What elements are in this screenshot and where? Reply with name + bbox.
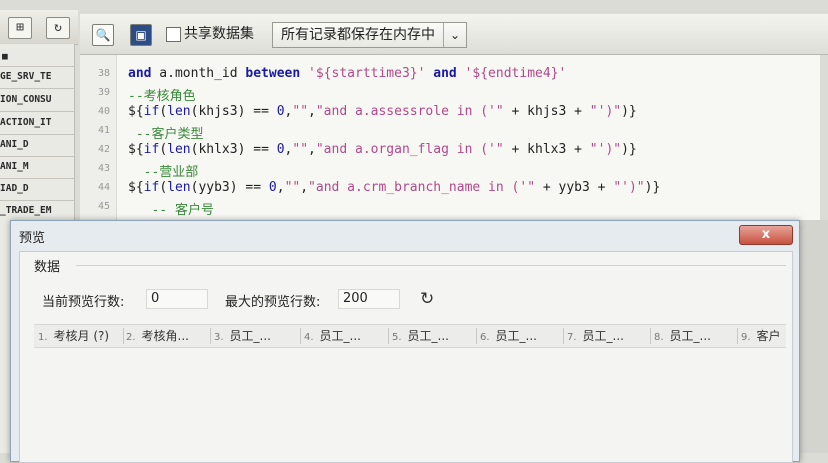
line-number: 41 <box>97 125 110 136</box>
storage-mode-value: 所有记录都保存在内存中 <box>281 27 435 43</box>
column-header[interactable]: 1. 考核月 (?) <box>38 325 122 347</box>
line-number: 44 <box>97 182 110 193</box>
left-toolbar: ⊞ ↻ <box>0 10 78 45</box>
preview-icon[interactable]: 🔍 <box>92 24 114 46</box>
tree-item[interactable]: ION_CONSU <box>0 91 51 109</box>
column-header[interactable]: 4. 员工_... <box>304 325 386 347</box>
tree-item[interactable]: GE_SRV_TE <box>0 68 51 86</box>
line-number-gutter: 38 39 40 41 42 43 44 45 <box>80 55 117 220</box>
preview-dialog: 预览 x 数据 当前预览行数: 最大的预览行数: ↻ 1.考核月 (?) 2.考… <box>10 220 800 463</box>
code-line: ${if(len(khjs3) == 0,"","and a.assessrol… <box>128 104 637 119</box>
line-number: 45 <box>97 201 110 212</box>
group-divider <box>76 265 786 266</box>
preview-table-header: 1. 考核月 (?) 2. 考核角... 3. 员工_... 4. 员工_... 5. 员… <box>34 324 786 348</box>
code-line: -- 客户号 <box>128 203 214 218</box>
column-header[interactable]: 9. 客户 <box>741 325 785 347</box>
share-dataset-label: 共享数据集 <box>184 26 254 42</box>
code-line: --营业部 <box>128 165 199 180</box>
column-header[interactable]: 7. 员工_... <box>567 325 649 347</box>
column-header[interactable]: 3. 员工_... <box>214 325 296 347</box>
code-line: and a.month_id between '${starttime3}' a… <box>128 66 567 81</box>
dialog-body: 数据 当前预览行数: 最大的预览行数: ↻ 1.考核月 (?) 2.考核角...… <box>19 251 793 463</box>
refresh-icon[interactable]: ↻ <box>46 17 70 39</box>
code-line: --客户类型 <box>128 127 204 142</box>
line-number: 40 <box>97 106 110 117</box>
column-header[interactable]: 2. 考核角... <box>126 325 206 347</box>
tree-item[interactable]: _TRADE_EM <box>0 202 51 220</box>
background-window-edge <box>798 220 828 453</box>
close-button[interactable]: x <box>739 225 793 245</box>
report-icon[interactable]: ⊞ <box>8 17 32 39</box>
dialog-title: 预览 <box>19 231 46 246</box>
share-dataset-checkbox[interactable] <box>166 27 181 42</box>
max-rows-input[interactable] <box>338 289 400 309</box>
close-icon: x <box>761 227 771 242</box>
sql-editor[interactable]: 38 39 40 41 42 43 44 45 and a.month_id b… <box>80 55 820 220</box>
column-header[interactable]: 6. 员工_... <box>480 325 562 347</box>
max-rows-label: 最大的预览行数: <box>225 295 321 310</box>
code-line: --考核角色 <box>128 89 196 104</box>
tree-item[interactable]: ANI_M <box>0 158 29 176</box>
data-group-label: 数据 <box>34 260 61 275</box>
tree-item[interactable]: ANI_D <box>0 136 29 154</box>
line-number: 43 <box>97 163 110 174</box>
tree-item[interactable]: ACTION_IT <box>0 114 51 132</box>
storage-mode-select[interactable]: 所有记录都保存在内存中 ⌄ <box>272 22 467 48</box>
column-header[interactable]: 8. 员工_... <box>654 325 734 347</box>
line-number: 42 <box>97 144 110 155</box>
chevron-down-icon[interactable]: ⌄ <box>443 23 466 47</box>
save-icon[interactable]: ▣ <box>130 24 152 46</box>
line-number: 39 <box>97 87 110 98</box>
tree-item[interactable]: ■ <box>2 48 8 66</box>
code-line: ${if(len(khlx3) == 0,"","and a.organ_fla… <box>128 142 637 157</box>
current-rows-label: 当前预览行数: <box>42 295 125 310</box>
tree-item[interactable]: IAD_D <box>0 180 29 198</box>
refresh-preview-icon[interactable]: ↻ <box>420 289 434 309</box>
code-line: ${if(len(yyb3) == 0,"","and a.crm_branch… <box>128 180 661 195</box>
column-header[interactable]: 5. 员工_... <box>392 325 474 347</box>
line-number: 38 <box>97 68 110 79</box>
current-rows-input[interactable] <box>146 289 208 309</box>
editor-toolbar: 🔍 ▣ 共享数据集 所有记录都保存在内存中 ⌄ <box>80 14 828 55</box>
